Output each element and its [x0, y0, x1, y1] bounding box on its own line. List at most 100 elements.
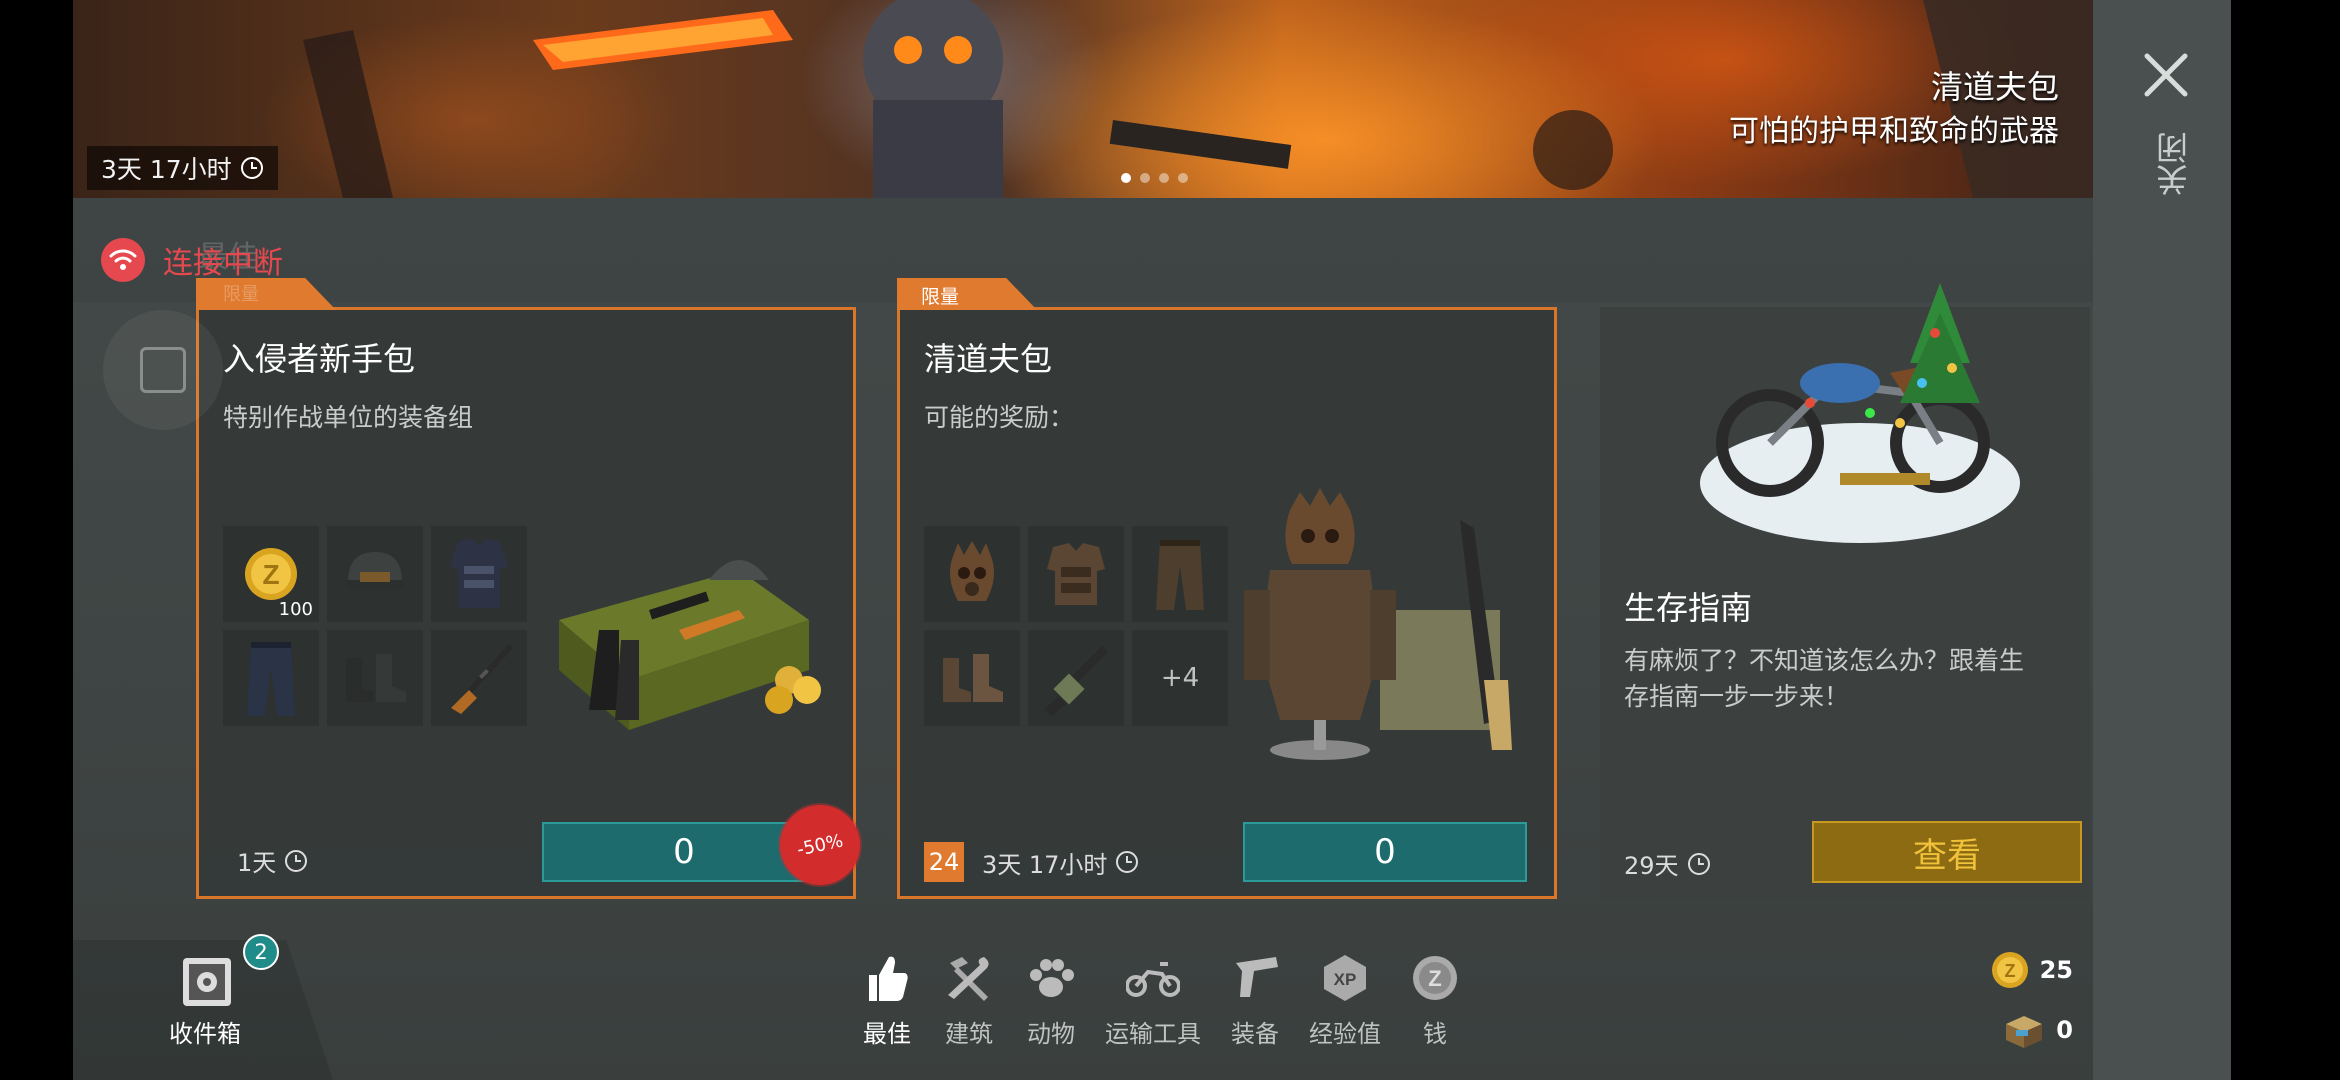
banner-dot[interactable]	[1178, 173, 1188, 183]
category-money[interactable]: Z 钱	[1407, 950, 1463, 1049]
crate-balance[interactable]: 0	[1990, 1000, 2073, 1060]
grenade-launcher-icon	[1044, 646, 1108, 716]
category-label: 经验值	[1309, 1020, 1381, 1048]
reward-more-count: +4	[1160, 663, 1200, 693]
crate-balance-value: 0	[2056, 1016, 2073, 1044]
scavenger-bundle-art	[1244, 488, 1512, 760]
inbox-label: 收件箱	[169, 1020, 241, 1048]
reward-item[interactable]: Z 100	[223, 526, 319, 622]
reward-grid: +4	[924, 526, 1228, 726]
shop-screen: 3天 17小时 清道夫包 可怕的护甲和致命的武器 最佳 连接中断 限量 入侵者新…	[73, 0, 2231, 1080]
banner-title: 清道夫包	[1930, 68, 2059, 106]
offer-description: 特别作战单位的装备组	[223, 403, 474, 432]
category-building[interactable]: 建筑	[941, 950, 997, 1049]
reward-item[interactable]	[1028, 526, 1124, 622]
gold-coin-icon: Z	[1991, 952, 2028, 988]
reward-item[interactable]	[431, 630, 527, 726]
banner-dot[interactable]	[1140, 173, 1150, 183]
offer-timer-text: 1天	[237, 849, 277, 877]
reward-item[interactable]	[327, 526, 423, 622]
pistol-icon	[1227, 950, 1283, 1006]
invader-bundle-art	[559, 560, 821, 730]
category-label: 最佳	[863, 1020, 911, 1048]
body-armor-icon	[450, 538, 508, 608]
thumbs-up-icon	[859, 950, 915, 1006]
svg-text:Z: Z	[1428, 966, 1441, 991]
clock-icon	[1116, 851, 1139, 873]
safe-icon	[183, 958, 231, 1006]
limited-tag-ghost: 限量	[223, 284, 259, 305]
coin-balance[interactable]: Z 25	[1990, 940, 2073, 1000]
category-label: 动物	[1027, 1020, 1075, 1048]
view-button[interactable]: 查看	[1812, 821, 2082, 883]
banner-pagination[interactable]	[1121, 173, 1188, 183]
coin-balance-value: 25	[2039, 956, 2073, 984]
helmet-icon	[346, 552, 404, 588]
offer-card-invader[interactable]: 入侵者新手包 特别作战单位的装备组 Z 100 1天 0 -50%	[196, 278, 864, 899]
reward-grid: Z 100	[223, 526, 527, 726]
svg-text:XP: XP	[1334, 970, 1357, 989]
buy-button[interactable]: 0	[1243, 822, 1527, 882]
wifi-icon	[101, 238, 145, 282]
inbox-count-badge: 2	[243, 934, 279, 970]
close-label[interactable]: 关闭	[2151, 132, 2193, 196]
promo-banner[interactable]: 3天 17小时 清道夫包 可怕的护甲和致命的武器	[73, 0, 2093, 198]
banner-artwork	[303, 0, 2093, 198]
gold-coin-icon: Z	[245, 548, 297, 600]
category-equipment[interactable]: 装备	[1227, 950, 1283, 1049]
motorcycle-icon	[1125, 950, 1181, 1006]
offer-timer-text: 29天	[1624, 852, 1679, 880]
hammer-wrench-icon	[941, 950, 997, 1006]
scavenger-boots-icon	[943, 654, 1003, 702]
paw-icon	[1023, 950, 1079, 1006]
banner-subtitle: 可怕的护甲和致命的武器	[1729, 114, 2059, 149]
category-tabs: 最佳 建筑 动物 运输工具 装备 XP 经验值 Z 钱	[859, 950, 1489, 1049]
close-icon[interactable]	[2141, 50, 2191, 100]
offer-timer: 24 3天 17小时	[924, 842, 1139, 882]
category-transport[interactable]: 运输工具	[1105, 950, 1201, 1049]
banner-dot[interactable]	[1121, 173, 1131, 183]
reward-item[interactable]	[924, 526, 1020, 622]
svg-text:Z: Z	[2004, 961, 2015, 981]
rifle-icon	[451, 644, 513, 714]
pants-icon	[247, 642, 295, 716]
shop-main: 3天 17小时 清道夫包 可怕的护甲和致命的武器 最佳 连接中断 限量 入侵者新…	[73, 0, 2093, 1080]
connection-status: 连接中断	[101, 238, 283, 282]
offer-title: 入侵者新手包	[223, 340, 416, 378]
category-label: 装备	[1231, 1020, 1279, 1048]
crate-icon	[2006, 1016, 2043, 1048]
category-xp[interactable]: XP 经验值	[1309, 950, 1381, 1049]
offer-card-scavenger[interactable]: 限量 清道夫包 可能的奖励： +4 24 3天 17小时 0	[897, 278, 1557, 899]
checkbox-box[interactable]	[140, 347, 186, 393]
offer-timer: 1天	[237, 843, 308, 878]
reward-more[interactable]: +4	[1132, 630, 1228, 726]
inbox-button[interactable]: 收件箱	[73, 940, 333, 1080]
banner-dot[interactable]	[1159, 173, 1169, 183]
offer-card-survival-guide[interactable]: 生存指南 有麻烦了？不知道该怎么办？跟着生 存指南一步一步来！ 29天 查看	[1600, 283, 2090, 899]
reward-item[interactable]	[1028, 630, 1124, 726]
scavenger-mask-icon	[950, 541, 994, 601]
coin-icon: Z	[1407, 950, 1463, 1006]
currency-panel: Z 25 0	[1990, 940, 2073, 1060]
reward-item[interactable]	[327, 630, 423, 726]
scavenger-armor-icon	[1047, 543, 1105, 605]
xp-icon: XP	[1317, 950, 1373, 1006]
reward-item[interactable]	[431, 526, 527, 622]
connection-status-label: 连接中断	[163, 246, 283, 281]
banner-timer-text: 3天 17小时	[101, 155, 232, 184]
category-animals[interactable]: 动物	[1023, 950, 1079, 1049]
reward-item[interactable]	[223, 630, 319, 726]
svg-text:Z: Z	[262, 559, 279, 590]
reward-item[interactable]	[924, 630, 1020, 726]
offer-title: 清道夫包	[924, 340, 1053, 378]
category-label: 钱	[1423, 1020, 1447, 1048]
day-badge: 24	[924, 842, 964, 882]
close-panel[interactable]: 关闭	[2093, 0, 2231, 1080]
reward-item[interactable]	[1132, 526, 1228, 622]
offer-description: 可能的奖励：	[924, 403, 1075, 432]
category-label: 建筑	[945, 1020, 993, 1048]
side-checkbox[interactable]	[103, 310, 223, 430]
banner-timer: 3天 17小时	[87, 146, 278, 190]
category-best[interactable]: 最佳	[859, 950, 915, 1049]
clock-icon	[240, 157, 263, 179]
